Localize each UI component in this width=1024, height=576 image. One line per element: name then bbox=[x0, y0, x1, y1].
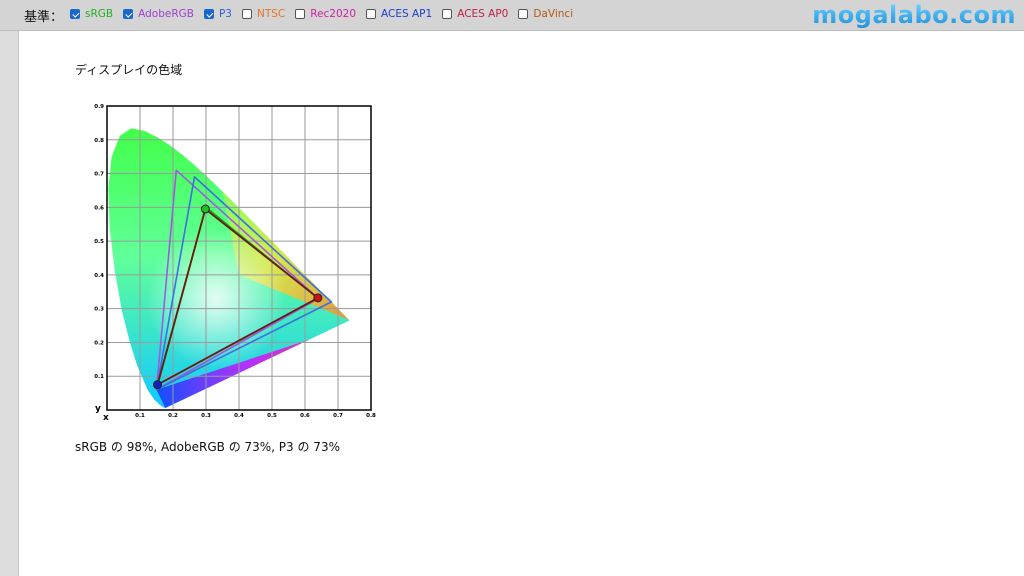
x-tick-label: 0.4 bbox=[234, 413, 244, 419]
x-tick-label: 0.2 bbox=[168, 413, 178, 419]
checkbox[interactable] bbox=[442, 9, 453, 19]
page-heading: ディスプレイの色域 bbox=[75, 63, 183, 77]
primary-point bbox=[152, 380, 162, 390]
primary-point bbox=[200, 204, 210, 214]
left-scroll-strip bbox=[0, 31, 18, 576]
toolbar: 基準： sRGB AdobeRGB P3 NTSC Rec2020 ACES A… bbox=[0, 0, 1024, 31]
option-label: NTSC bbox=[256, 8, 286, 20]
option-davinci[interactable]: DaVinci bbox=[518, 8, 573, 20]
x-tick-label: 0.8 bbox=[366, 413, 376, 419]
y-tick-label: 0.4 bbox=[94, 273, 104, 279]
checkbox[interactable] bbox=[203, 9, 214, 19]
y-tick-label: 0.2 bbox=[94, 340, 104, 346]
y-tick-label: 0.8 bbox=[94, 138, 104, 144]
x-tick-label: 0.5 bbox=[267, 413, 277, 419]
option-aces-ap1[interactable]: ACES AP1 bbox=[366, 8, 432, 20]
main-content: ディスプレイの色域 0.1 0.2 0.3 0.4 0.5 0.6 0.7 0.… bbox=[18, 31, 1024, 576]
coverage-summary: sRGB の 98%, AdobeRGB の 73%, P3 の 73% bbox=[75, 440, 340, 454]
spectral-locus bbox=[108, 128, 350, 409]
checkbox[interactable] bbox=[241, 9, 252, 19]
y-tick-label: 0.1 bbox=[94, 374, 104, 380]
option-label: ACES AP0 bbox=[457, 8, 509, 20]
primary-point bbox=[313, 293, 323, 303]
y-tick-label: 0.5 bbox=[94, 239, 104, 245]
y-axis-label: y bbox=[95, 404, 101, 414]
x-axis-label: x bbox=[103, 413, 109, 423]
option-aces-ap0[interactable]: ACES AP0 bbox=[442, 8, 508, 20]
option-rec2020[interactable]: Rec2020 bbox=[295, 8, 356, 20]
option-srgb[interactable]: sRGB bbox=[70, 8, 113, 20]
y-tick-label: 0.9 bbox=[94, 104, 104, 110]
site-logo: mogalabo.com bbox=[812, 1, 1016, 29]
y-tick-label: 0.3 bbox=[94, 307, 104, 313]
checkbox[interactable] bbox=[70, 9, 80, 19]
y-tick-label: 0.7 bbox=[94, 172, 104, 178]
x-tick-label: 0.6 bbox=[300, 413, 310, 419]
option-ntsc[interactable]: NTSC bbox=[241, 8, 286, 20]
gamut-options: sRGB AdobeRGB P3 NTSC Rec2020 ACES AP1 A… bbox=[70, 8, 583, 20]
cie-chromaticity-chart: 0.1 0.2 0.3 0.4 0.5 0.6 0.7 0.8 0.1 0.2 0.3 0.4 0.5 0… bbox=[94, 104, 376, 423]
option-label: ACES AP1 bbox=[381, 8, 433, 20]
option-label: P3 bbox=[218, 8, 232, 20]
option-label: DaVinci bbox=[533, 8, 574, 20]
option-adobergb[interactable]: AdobeRGB bbox=[123, 8, 194, 20]
checkbox[interactable] bbox=[518, 9, 529, 19]
checkbox[interactable] bbox=[295, 9, 306, 19]
option-label: AdobeRGB bbox=[138, 8, 194, 20]
basis-label: 基準： bbox=[24, 10, 64, 25]
option-label: Rec2020 bbox=[310, 8, 357, 20]
option-p3[interactable]: P3 bbox=[203, 8, 232, 20]
x-tick-label: 0.7 bbox=[333, 413, 343, 419]
checkbox[interactable] bbox=[366, 9, 377, 19]
x-tick-label: 0.3 bbox=[201, 413, 211, 419]
y-tick-label: 0.6 bbox=[94, 205, 104, 211]
x-tick-label: 0.1 bbox=[135, 413, 145, 419]
option-label: sRGB bbox=[85, 8, 114, 20]
checkbox[interactable] bbox=[123, 9, 134, 19]
